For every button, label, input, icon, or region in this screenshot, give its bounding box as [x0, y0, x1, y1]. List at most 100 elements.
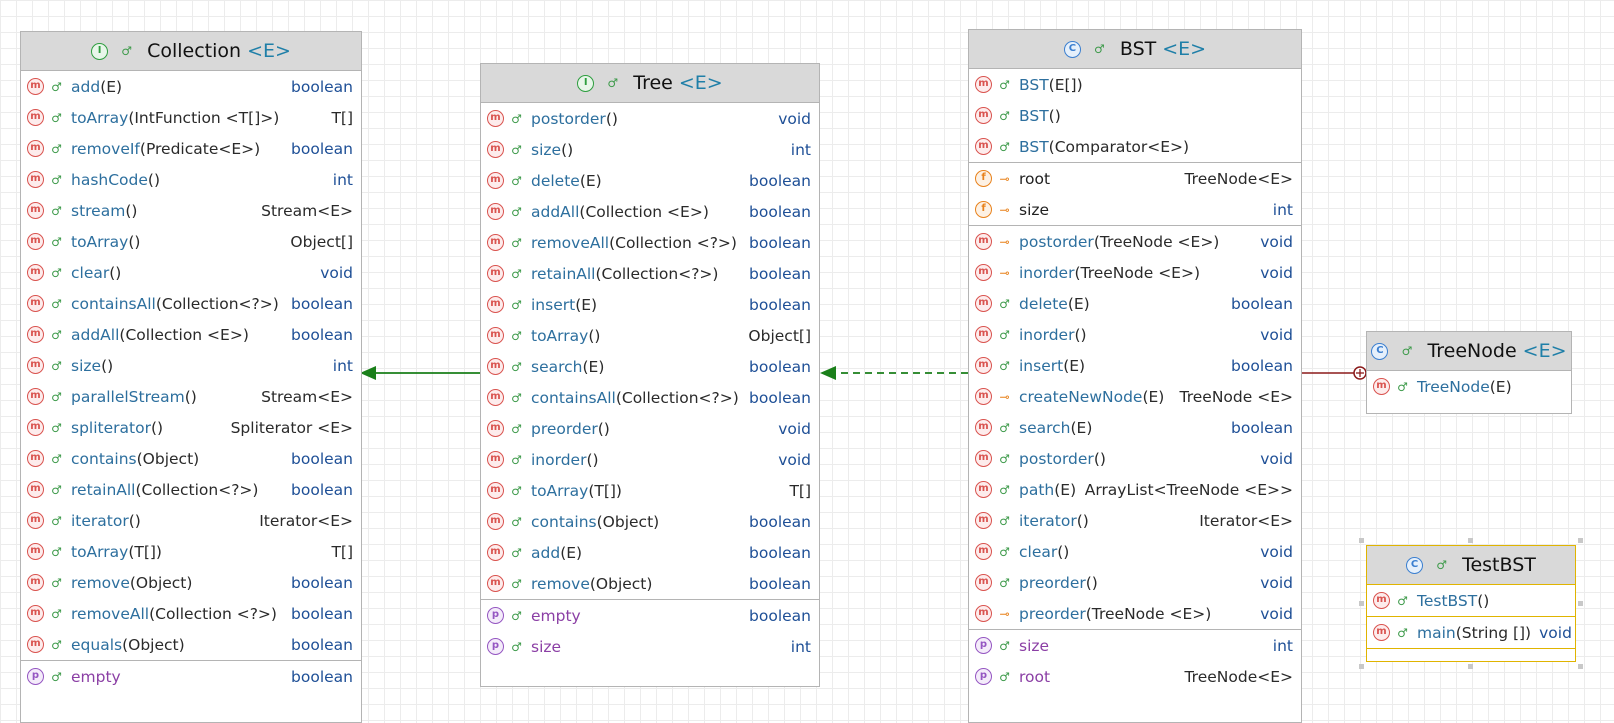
member-row[interactable]: p ♂ size int: [969, 630, 1301, 661]
member-row[interactable]: m ♂ stream() Stream<E>: [21, 195, 361, 226]
selection-handle[interactable]: [1578, 664, 1583, 669]
bst-header[interactable]: C ♂ BST <E>: [969, 30, 1301, 69]
member-row[interactable]: m ♂ preorder() void: [969, 567, 1301, 598]
return-type: TreeNode<E>: [1184, 169, 1293, 188]
member-signature: (E): [1063, 356, 1086, 375]
member-signature: (): [1085, 573, 1098, 592]
member-row[interactable]: m ♂ postorder() void: [481, 103, 819, 134]
selection-handle[interactable]: [1578, 538, 1583, 543]
member-row[interactable]: m ♂ addAll (Collection <E>) boolean: [481, 196, 819, 227]
member-row[interactable]: m ♂ parallelStream() Stream<E>: [21, 381, 361, 412]
member-row[interactable]: m ⊸ createNewNode (E) TreeNode <E>: [969, 381, 1301, 412]
bst-class-box[interactable]: C ♂ BST <E> m ♂ BST (E[]) m ♂ BST() m ♂ BST (Compar…: [968, 29, 1302, 723]
method-icon: m: [27, 326, 44, 343]
member-row[interactable]: m ♂ clear() void: [969, 536, 1301, 567]
collection-interface-box[interactable]: I ♂ Collection <E> m ♂ add (E) boolean m ♂ toArr…: [20, 31, 362, 723]
public-icon: ♂: [121, 44, 132, 58]
member-row[interactable]: m ♂ spliterator() Spliterator <E>: [21, 412, 361, 443]
member-row[interactable]: f ⊸ root TreeNode<E>: [969, 163, 1301, 194]
tree-properties: p ♂ empty boolean p ♂ size int: [481, 600, 819, 662]
method-icon: m: [27, 264, 44, 281]
member-row[interactable]: m ♂ preorder() void: [481, 413, 819, 444]
member-row[interactable]: m ♂ size() int: [481, 134, 819, 165]
member-row[interactable]: m ♂ size() int: [21, 350, 361, 381]
member-row[interactable]: m ♂ TestBST(): [1367, 585, 1575, 616]
member-row[interactable]: m ♂ inorder() void: [969, 319, 1301, 350]
member-row[interactable]: m ♂ TreeNode (E): [1367, 371, 1571, 402]
return-type: int: [790, 637, 811, 656]
member-row[interactable]: m ♂ clear() void: [21, 257, 361, 288]
tree-interface-box[interactable]: I ♂ Tree <E> m ♂ postorder() void m ♂ size() int…: [480, 63, 820, 687]
member-row[interactable]: p ♂ root TreeNode<E>: [969, 661, 1301, 692]
member-row[interactable]: p ♂ size int: [481, 631, 819, 662]
selection-handle[interactable]: [1468, 538, 1473, 543]
member-row[interactable]: m ♂ inorder() void: [481, 444, 819, 475]
member-row[interactable]: m ♂ postorder() void: [969, 443, 1301, 474]
selection-handle[interactable]: [1359, 664, 1364, 669]
member-row[interactable]: m ♂ removeIf (Predicate<E>) boolean: [21, 133, 361, 164]
public-icon: ♂: [51, 606, 62, 621]
member-name: main: [1417, 623, 1456, 642]
member-row[interactable]: m ♂ remove (Object) boolean: [21, 567, 361, 598]
member-row[interactable]: m ♂ addAll (Collection <E>) boolean: [21, 319, 361, 350]
selection-handle[interactable]: [1468, 664, 1473, 669]
member-row[interactable]: m ♂ delete (E) boolean: [481, 165, 819, 196]
member-row[interactable]: m ♂ retainAll (Collection<?>) boolean: [481, 258, 819, 289]
member-row[interactable]: m ♂ BST (Comparator<E>): [969, 131, 1301, 162]
testbst-class-box[interactable]: C ♂ TestBST m ♂ TestBST() m ♂ main (String []…: [1366, 545, 1576, 662]
member-row[interactable]: m ♂ removeAll (Collection <?>) boolean: [481, 227, 819, 258]
public-icon: ♂: [511, 639, 522, 654]
public-icon: ♂: [51, 327, 62, 342]
member-row[interactable]: m ♂ iterator() Iterator<E>: [969, 505, 1301, 536]
member-row[interactable]: m ♂ containsAll (Collection<?>) boolean: [21, 288, 361, 319]
member-row[interactable]: m ♂ toArray (T[]) T[]: [481, 475, 819, 506]
member-row[interactable]: m ♂ main (String []) void: [1367, 617, 1575, 648]
member-row[interactable]: m ⊸ preorder (TreeNode <E>) void: [969, 598, 1301, 629]
method-icon: m: [975, 605, 992, 622]
member-row[interactable]: m ♂ equals (Object) boolean: [21, 629, 361, 660]
member-row[interactable]: m ♂ search (E) boolean: [969, 412, 1301, 443]
member-row[interactable]: f ⊸ size int: [969, 194, 1301, 225]
selection-handle[interactable]: [1359, 538, 1364, 543]
selection-handle[interactable]: [1359, 601, 1364, 606]
member-row[interactable]: m ♂ hashCode() int: [21, 164, 361, 195]
treenode-class-box[interactable]: C ♂ TreeNode <E> m ♂ TreeNode (E): [1366, 331, 1572, 414]
treenode-header[interactable]: C ♂ TreeNode <E>: [1367, 332, 1571, 371]
return-type: boolean: [291, 480, 353, 499]
selection-handle[interactable]: [1578, 601, 1583, 606]
public-icon: ♂: [999, 358, 1010, 373]
member-row[interactable]: m ♂ toArray() Object[]: [21, 226, 361, 257]
member-row[interactable]: m ♂ removeAll (Collection <?>) boolean: [21, 598, 361, 629]
member-row[interactable]: m ♂ insert (E) boolean: [969, 350, 1301, 381]
member-row[interactable]: m ♂ iterator() Iterator<E>: [21, 505, 361, 536]
member-row[interactable]: m ⊸ inorder (TreeNode <E>) void: [969, 257, 1301, 288]
member-row[interactable]: m ♂ retainAll (Collection<?>) boolean: [21, 474, 361, 505]
member-row[interactable]: m ♂ BST(): [969, 100, 1301, 131]
member-name: postorder: [1019, 449, 1094, 468]
member-row[interactable]: m ⊸ postorder (TreeNode <E>) void: [969, 226, 1301, 257]
method-icon: m: [487, 420, 504, 437]
member-row[interactable]: m ♂ toArray() Object[]: [481, 320, 819, 351]
member-name: TestBST: [1417, 591, 1478, 610]
testbst-header[interactable]: C ♂ TestBST: [1367, 546, 1575, 585]
member-row[interactable]: m ♂ BST (E[]): [969, 69, 1301, 100]
member-row[interactable]: m ♂ toArray (T[]) T[]: [21, 536, 361, 567]
tree-header[interactable]: I ♂ Tree <E>: [481, 64, 819, 103]
collection-header[interactable]: I ♂ Collection <E>: [21, 32, 361, 71]
member-row[interactable]: m ♂ contains (Object) boolean: [481, 506, 819, 537]
member-row[interactable]: m ♂ toArray (IntFunction <T[]>) T[]: [21, 102, 361, 133]
member-row[interactable]: m ♂ delete (E) boolean: [969, 288, 1301, 319]
member-row[interactable]: p ♂ empty boolean: [21, 661, 361, 692]
member-row[interactable]: m ♂ remove (Object) boolean: [481, 568, 819, 599]
member-row[interactable]: p ♂ empty boolean: [481, 600, 819, 631]
member-row[interactable]: m ♂ insert (E) boolean: [481, 289, 819, 320]
member-row[interactable]: m ♂ path (E) ArrayList<TreeNode <E>>: [969, 474, 1301, 505]
member-row[interactable]: m ♂ add (E) boolean: [21, 71, 361, 102]
member-row[interactable]: m ♂ search (E) boolean: [481, 351, 819, 382]
member-row[interactable]: m ♂ add (E) boolean: [481, 537, 819, 568]
member-row[interactable]: m ♂ contains (Object) boolean: [21, 443, 361, 474]
member-row[interactable]: m ♂ containsAll (Collection<?>) boolean: [481, 382, 819, 413]
member-signature: (T[]): [128, 542, 162, 561]
bst-generic: <E>: [1162, 38, 1207, 60]
tree-methods: m ♂ postorder() void m ♂ size() int m ♂ delete (E) b…: [481, 103, 819, 600]
